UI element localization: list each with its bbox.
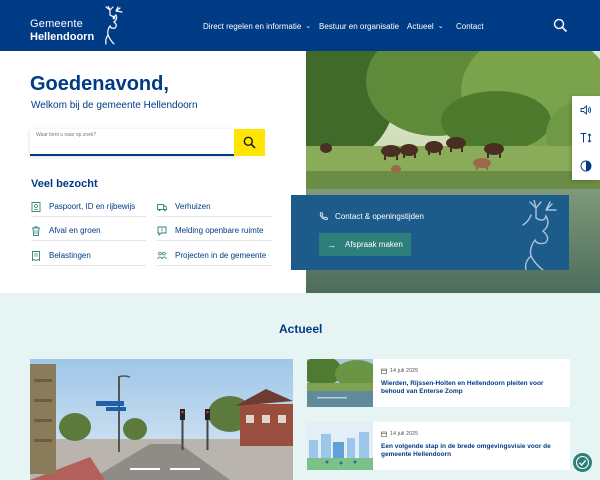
actueel-heading: Actueel <box>279 322 323 336</box>
calendar-icon <box>381 431 387 437</box>
link-belastingen[interactable]: Belastingen <box>31 246 146 266</box>
nav-label: Actueel <box>407 21 434 31</box>
contact-openingstijden-link[interactable]: Contact & openingstijden <box>319 212 424 221</box>
arrow-right-icon: → <box>327 239 336 250</box>
contrast-icon <box>580 160 592 172</box>
gemeente-hellendoorn-logo[interactable]: Gemeente Hellendoorn <box>30 6 130 46</box>
truck-icon <box>157 203 167 211</box>
id-card-icon <box>31 201 41 212</box>
contact-card: Contact & openingstijden → Afspraak make… <box>291 195 569 270</box>
link-paspoort[interactable]: Paspoort, ID en rijbewijs <box>31 197 146 217</box>
chevron-down-icon: ⌄ <box>437 23 444 30</box>
receipt-icon <box>32 250 40 261</box>
link-label: Afval en groen <box>49 226 101 235</box>
link-label: Belastingen <box>49 251 91 260</box>
search-button[interactable] <box>234 129 265 156</box>
news-title[interactable]: Een volgende stap in de brede omgevingsv… <box>381 443 566 459</box>
search-icon[interactable] <box>553 18 568 33</box>
news-date: 14 juli 2025 <box>381 368 418 374</box>
accessibility-check-icon <box>575 455 590 470</box>
accessibility-widget-button[interactable] <box>573 453 592 472</box>
nav-contact[interactable]: Contact <box>456 19 484 33</box>
news-date-text: 14 juli 2025 <box>390 431 419 437</box>
accessibility-toolbar <box>572 96 600 180</box>
news-date: 14 juli 2025 <box>381 431 418 437</box>
search-icon <box>243 136 256 149</box>
page-greeting: Goedenavond, <box>30 73 169 95</box>
news-thumbnail <box>307 422 373 470</box>
nav-bestuur[interactable]: Bestuur en organisatie <box>319 19 399 33</box>
speech-bubble-icon <box>157 226 167 236</box>
link-afval[interactable]: Afval en groen <box>31 221 146 241</box>
news-title[interactable]: Wierden, Rijssen-Holten en Hellendoorn p… <box>381 380 566 396</box>
nav-direct-regelen[interactable]: Direct regelen en informatie ⌄ <box>203 19 311 33</box>
logo-text-line2: Hellendoorn <box>30 31 95 43</box>
nav-label: Bestuur en organisatie <box>319 21 400 31</box>
deer-crest-icon <box>105 6 123 45</box>
text-size-icon <box>580 133 592 143</box>
link-melding[interactable]: Melding openbare ruimte <box>157 221 272 241</box>
news-thumbnail <box>307 359 373 407</box>
news-date-text: 14 juli 2025 <box>390 368 419 374</box>
text-size-button[interactable] <box>572 124 600 152</box>
news-card-2[interactable]: 14 juli 2025 Een volgende stap in de bre… <box>307 422 570 470</box>
veel-bezocht-heading: Veel bezocht <box>31 178 98 190</box>
speaker-icon <box>580 105 592 115</box>
deer-crest-watermark-icon <box>522 200 557 270</box>
calendar-icon <box>381 368 387 374</box>
featured-news-image[interactable] <box>30 359 293 480</box>
nav-label: Direct regelen en informatie <box>203 21 302 31</box>
people-icon <box>157 251 167 259</box>
nav-actueel[interactable]: Actueel ⌄ <box>407 19 444 33</box>
search-placeholder: Waar bent u naar op zoek? <box>36 132 97 138</box>
link-label: Verhuizen <box>175 202 211 211</box>
chevron-down-icon: ⌄ <box>305 23 312 30</box>
link-label: Projecten in de gemeente <box>175 251 267 260</box>
nav-label: Contact <box>456 21 484 31</box>
logo-text-line1: Gemeente <box>30 18 83 30</box>
link-label: Melding openbare ruimte <box>175 226 264 235</box>
phone-icon <box>319 212 328 221</box>
link-projecten[interactable]: Projecten in de gemeente <box>157 246 272 266</box>
contact-label: Contact & openingstijden <box>335 212 424 221</box>
link-label: Paspoort, ID en rijbewijs <box>49 202 136 211</box>
trash-icon <box>32 225 40 236</box>
welcome-text: Welkom bij de gemeente Hellendoorn <box>31 100 198 111</box>
button-label: Afspraak maken <box>345 240 403 249</box>
afspraak-maken-button[interactable]: → Afspraak maken <box>319 233 411 256</box>
site-header: Gemeente Hellendoorn Direct regelen en i… <box>0 0 600 51</box>
contrast-button[interactable] <box>572 152 600 180</box>
link-verhuizen[interactable]: Verhuizen <box>157 197 272 217</box>
read-aloud-button[interactable] <box>572 96 600 124</box>
search-input[interactable]: Waar bent u naar op zoek? <box>30 129 236 156</box>
news-card-1[interactable]: 14 juli 2025 Wierden, Rijssen-Holten en … <box>307 359 570 407</box>
